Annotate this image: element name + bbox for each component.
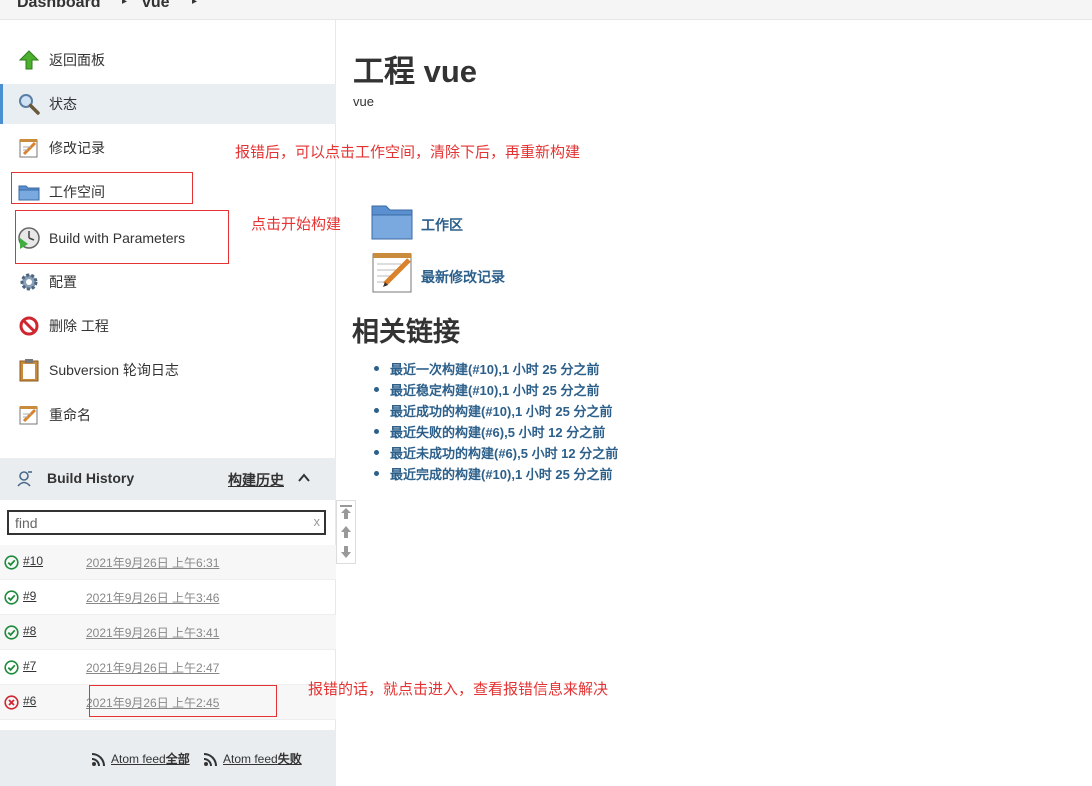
annotation-build-note: 点击开始构建 [251,216,342,233]
build-history-icon [16,470,34,493]
task-label: 重命名 [49,407,91,423]
build-number-link[interactable]: #7 [23,659,36,673]
success-check-icon [4,555,19,570]
success-check-icon [4,660,19,675]
scroll-to-top-icon[interactable] [340,505,352,519]
task-label: 配置 [49,274,77,290]
permalink-item[interactable]: 最近一次构建(#10),1 小时 25 分之前 [370,358,618,379]
atom-feed-failures-link[interactable]: Atom feed 失败 [203,750,302,767]
breadcrumb-job[interactable]: vue [142,0,170,12]
success-check-icon [4,590,19,605]
collapse-caret-icon[interactable] [296,470,312,486]
build-date-link[interactable]: 2021年9月26日 上午3:41 [86,624,219,641]
build-search-input[interactable]: find x [7,510,326,535]
annotation-highlight-box [11,172,193,204]
magnifier-icon [17,92,41,116]
scroll-down-icon[interactable] [340,545,352,559]
permalink-item[interactable]: 最近未成功的构建(#6),5 小时 12 分之前 [370,442,618,463]
atom-feed-all-link[interactable]: Atom feed 全部 [91,750,190,767]
build-history-header: Build History 构建历史 [0,458,336,500]
breadcrumb-separator-icon: ▸ [122,0,128,7]
build-row[interactable]: #9 2021年9月26日 上午3:46 [0,580,336,615]
search-placeholder: find [15,515,38,531]
page-title: 工程 vue [353,54,478,89]
scroll-up-icon[interactable] [340,525,352,539]
breadcrumb-dashboard[interactable]: Dashboard [17,0,101,12]
up-arrow-icon [17,48,41,72]
build-date-link[interactable]: 2021年9月26日 上午3:46 [86,589,219,606]
workspace-link[interactable]: 工作区 [421,215,463,235]
task-subversion-polling-log[interactable]: Subversion 轮询日志 [0,350,336,390]
build-date-link[interactable]: 2021年9月26日 上午6:31 [86,554,219,571]
annotation-error-note: 报错的话，就点击进入，查看报错信息来解决 [308,681,609,698]
folder-icon[interactable] [371,202,413,245]
task-status[interactable]: 状态 [0,84,336,124]
sidebar: 返回面板 状态 修改记录 工作空间 Build with Parameters … [0,20,336,786]
task-label: 修改记录 [49,140,105,156]
build-row[interactable]: #8 2021年9月26日 上午3:41 [0,615,336,650]
clipboard-icon [17,358,41,382]
annotation-highlight-box [89,685,277,717]
permalink-item[interactable]: 最近稳定构建(#10),1 小时 25 分之前 [370,379,618,400]
task-label: Subversion 轮询日志 [49,362,179,378]
success-check-icon [4,625,19,640]
task-delete-project[interactable]: 删除 工程 [0,306,336,346]
task-label: 返回面板 [49,52,105,68]
permalinks-list: 最近一次构建(#10),1 小时 25 分之前 最近稳定构建(#10),1 小时… [370,358,618,484]
feed-all-label: 全部 [165,752,190,766]
build-history-title: Build History [47,470,135,486]
annotation-highlight-box [15,210,229,264]
build-row[interactable]: #10 2021年9月26日 上午6:31 [0,545,336,580]
build-trend-link[interactable]: 构建历史 [228,470,284,490]
notepad-icon[interactable] [371,250,415,299]
task-back-to-dashboard[interactable]: 返回面板 [0,40,336,80]
breadcrumb-separator-icon: ▸ [192,0,198,7]
permalink-item[interactable]: 最近完成的构建(#10),1 小时 25 分之前 [370,463,618,484]
feed-prefix: Atom feed [223,751,278,766]
feed-prefix: Atom feed [111,751,166,766]
task-rename[interactable]: 重命名 [0,395,336,435]
recent-changes-link[interactable]: 最新修改记录 [421,267,505,287]
build-number-link[interactable]: #10 [23,554,43,568]
permalinks-heading: 相关链接 [352,317,460,347]
task-configure[interactable]: 配置 [0,262,336,302]
notepad-icon [17,136,41,160]
build-number-link[interactable]: #9 [23,589,36,603]
failure-x-icon [4,695,19,710]
build-number-link[interactable]: #8 [23,624,36,638]
no-entry-icon [17,314,41,338]
rss-icon [91,752,105,766]
clear-search-icon[interactable]: x [314,514,321,529]
gear-icon [17,270,41,294]
task-label: 删除 工程 [49,318,109,334]
breadcrumb: Dashboard ▸ vue ▸ [0,0,1092,20]
permalink-item[interactable]: 最近失败的构建(#6),5 小时 12 分之前 [370,421,618,442]
atom-feed-bar: Atom feed 全部 Atom feed 失败 [0,730,336,786]
rss-icon [203,752,217,766]
build-date-link[interactable]: 2021年9月26日 上午2:47 [86,659,219,676]
build-row[interactable]: #7 2021年9月26日 上午2:47 [0,650,336,685]
scroll-controls [336,500,356,564]
project-description: vue [353,94,374,109]
build-number-link[interactable]: #6 [23,694,36,708]
notepad-icon [17,403,41,427]
feed-fail-label: 失败 [277,752,302,766]
task-label: 状态 [49,96,77,112]
permalink-item[interactable]: 最近成功的构建(#10),1 小时 25 分之前 [370,400,618,421]
annotation-workspace-note: 报错后，可以点击工作空间，清除下后，再重新构建 [235,144,581,161]
